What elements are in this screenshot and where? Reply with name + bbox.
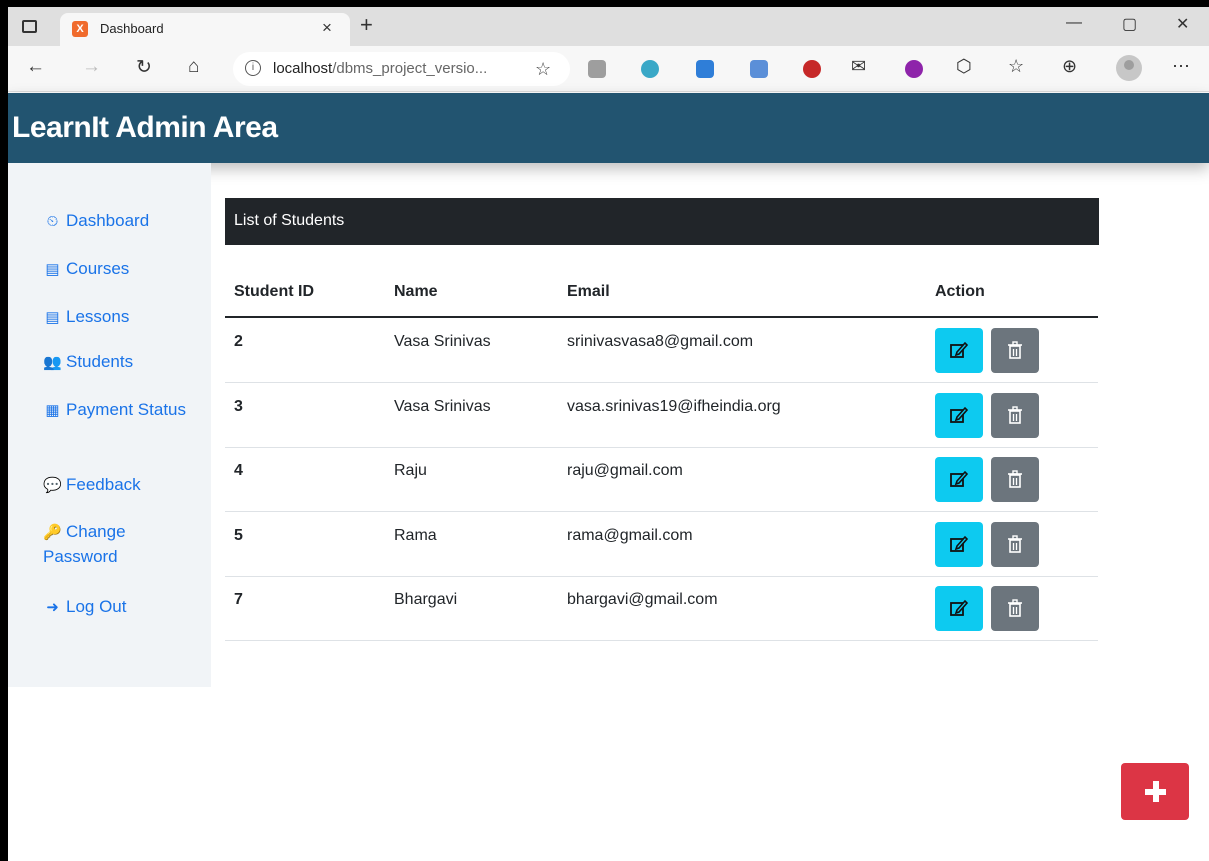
tab-strip: X Dashboard × + — ▢ ✕ <box>8 7 1209 46</box>
new-tab-button[interactable]: + <box>360 12 373 38</box>
delete-button[interactable] <box>991 457 1039 502</box>
book-icon: ▤ <box>45 309 60 326</box>
edit-button[interactable] <box>935 521 983 567</box>
brand-title: LearnIt Admin Area <box>12 111 278 144</box>
edit-button[interactable] <box>935 328 983 373</box>
column-header: Email <box>567 283 610 300</box>
admin-header: LearnIt Admin Area <box>8 93 1209 163</box>
student-email: rama@gmail.com <box>567 526 693 544</box>
student-email: vasa.srinivas19@ifheindia.org <box>567 397 781 415</box>
trash-icon <box>1008 405 1022 424</box>
student-name: Bhargavi <box>394 591 458 608</box>
column-header: Student ID <box>234 283 314 300</box>
extension-icon[interactable] <box>750 60 768 78</box>
student-name: Rama <box>394 526 437 544</box>
tab-close-icon[interactable]: × <box>322 18 332 38</box>
extensions-icon[interactable]: ⬡ <box>956 56 972 77</box>
student-email: bhargavi@gmail.com <box>567 591 718 608</box>
student-id: 2 <box>234 333 243 350</box>
site-info-icon[interactable]: i <box>245 60 261 76</box>
trash-icon <box>1008 534 1022 553</box>
table-row: 2 Vasa Srinivas srinivasvasa8@gmail.com <box>225 318 1098 383</box>
users-icon: 👥 <box>43 354 62 371</box>
sidebar-item-dashboard[interactable]: ⏲ Dashboard <box>43 209 203 234</box>
table-row: 3 Vasa Srinivas vasa.srinivas19@ifheindia.… <box>225 383 1098 448</box>
home-icon[interactable]: ⌂ <box>188 56 199 78</box>
sidebar-item-students[interactable]: 👥 Students <box>43 350 203 375</box>
table-icon: ▦ <box>45 402 60 419</box>
sidebar-item-courses[interactable]: ▤ Courses <box>43 257 203 282</box>
delete-button[interactable] <box>991 521 1039 567</box>
student-id: 3 <box>234 397 243 415</box>
forward-icon[interactable]: → <box>82 56 101 78</box>
extension-icon[interactable] <box>696 60 714 78</box>
table-row: 5 Rama rama@gmail.com <box>225 512 1098 577</box>
trash-icon <box>1008 470 1022 488</box>
delete-button[interactable] <box>991 586 1039 631</box>
tab-dashboard[interactable]: X Dashboard × <box>60 13 350 46</box>
student-name: Vasa Srinivas <box>394 397 491 415</box>
extension-icon[interactable] <box>905 60 923 78</box>
trash-icon <box>1008 341 1022 359</box>
close-window-button[interactable]: ✕ <box>1176 14 1189 34</box>
delete-button[interactable] <box>991 328 1039 373</box>
edit-icon <box>950 535 969 552</box>
restore-button[interactable]: ▢ <box>1122 14 1137 34</box>
bug-extension-icon[interactable] <box>803 60 821 78</box>
student-id: 7 <box>234 591 243 608</box>
student-email: srinivasvasa8@gmail.com <box>567 333 754 350</box>
edit-button[interactable] <box>935 392 983 438</box>
mail-icon[interactable]: ✉ <box>851 56 866 77</box>
xampp-favicon-icon: X <box>72 21 88 37</box>
browser-toolbar: ← → ↻ ⌂ i localhost/dbms_project_versio.… <box>8 46 1209 92</box>
profile-avatar[interactable] <box>1116 55 1142 81</box>
column-header: Action <box>935 283 985 300</box>
card-title: List of Students <box>225 198 1099 245</box>
back-icon[interactable]: ← <box>26 56 45 78</box>
extension-icon[interactable] <box>588 60 606 78</box>
edit-icon <box>950 599 969 616</box>
sidebar-item-log-out[interactable]: ➜ Log Out <box>43 595 203 620</box>
extension-icon[interactable] <box>641 60 659 78</box>
favorites-icon[interactable]: ☆ <box>1008 56 1024 77</box>
table-header-row: Student ID Name Email Action <box>225 268 1098 318</box>
tab-title: Dashboard <box>100 21 164 36</box>
admin-page: LearnIt Admin Area ⏲ Dashboard ▤ Courses ▤… <box>8 93 1209 861</box>
edit-button[interactable] <box>935 457 983 502</box>
edit-icon <box>950 341 969 358</box>
add-student-button[interactable] <box>1121 763 1189 820</box>
column-header: Name <box>394 283 438 300</box>
book-icon: ▤ <box>45 261 60 278</box>
comments-icon: 💬 <box>43 477 62 494</box>
url-text[interactable]: localhost/dbms_project_versio... <box>273 60 487 77</box>
minimize-button[interactable]: — <box>1066 14 1082 32</box>
table-row: 7 Bhargavi bhargavi@gmail.com <box>225 576 1098 641</box>
student-id: 4 <box>234 462 243 479</box>
student-email: raju@gmail.com <box>567 462 683 479</box>
sidebar-item-feedback[interactable]: 💬 Feedback <box>43 473 203 498</box>
sidebar: ⏲ Dashboard ▤ Courses ▤ Lessons 👥 Students ▦… <box>8 163 211 687</box>
student-name: Raju <box>394 462 427 479</box>
edit-button[interactable] <box>935 586 983 631</box>
sidebar-item-payment-status[interactable]: ▦ Payment Status <box>43 398 203 423</box>
student-id: 5 <box>234 526 243 544</box>
tachometer-icon: ⏲ <box>46 213 59 230</box>
sidebar-item-change-password[interactable]: 🔑 Change Password <box>43 520 203 569</box>
add-favorite-icon[interactable]: ☆ <box>535 59 551 80</box>
delete-button[interactable] <box>991 392 1039 438</box>
sign-out-icon: ➜ <box>46 599 59 616</box>
edit-icon <box>950 470 969 487</box>
more-menu-icon[interactable]: ⋯ <box>1172 56 1190 77</box>
address-bar[interactable]: i localhost/dbms_project_versio... ☆ <box>233 52 570 86</box>
edit-icon <box>950 406 969 423</box>
collections-icon[interactable]: ⊕ <box>1062 56 1077 77</box>
key-icon: 🔑 <box>43 524 62 541</box>
refresh-icon[interactable]: ↻ <box>136 56 152 79</box>
tab-actions-icon[interactable] <box>22 20 37 33</box>
sidebar-item-lessons[interactable]: ▤ Lessons <box>43 305 203 330</box>
student-name: Vasa Srinivas <box>394 333 491 350</box>
table-row: 4 Raju raju@gmail.com <box>225 447 1098 512</box>
trash-icon <box>1008 599 1022 617</box>
